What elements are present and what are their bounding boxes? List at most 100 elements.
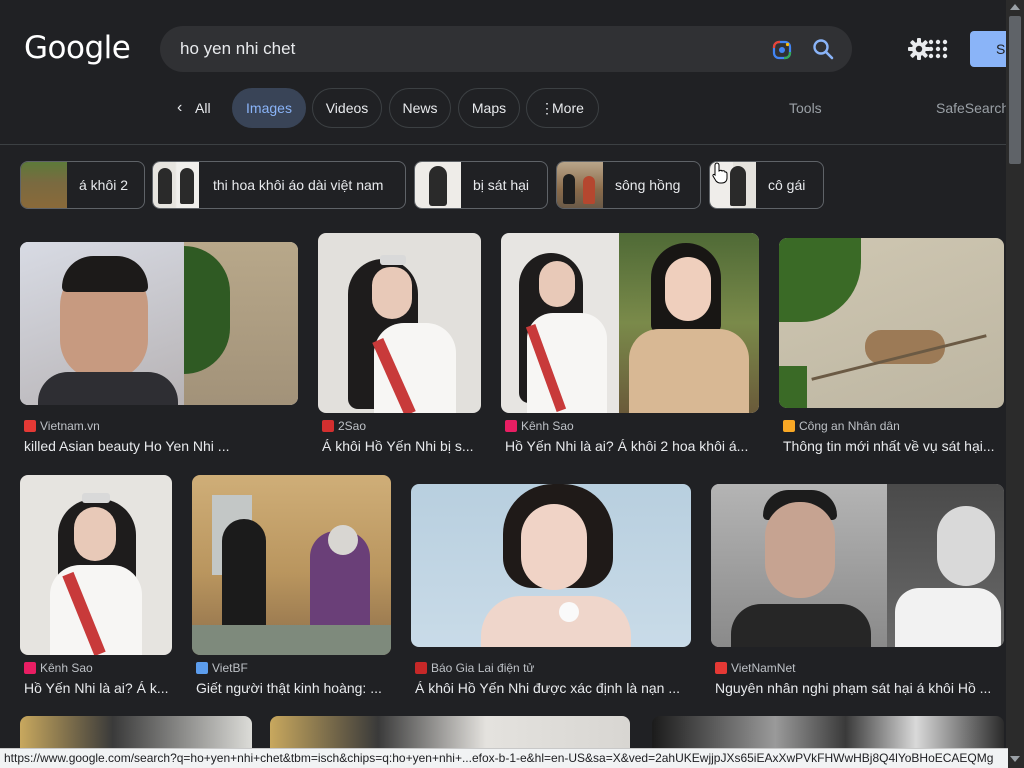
result-image[interactable] [192, 475, 391, 655]
photo-shirt [38, 372, 178, 405]
chip-thumbnail [415, 162, 461, 208]
chip-label: sông hồng [615, 177, 681, 193]
favicon-icon [24, 662, 36, 674]
scrollbar[interactable] [1006, 0, 1024, 768]
tab-more-label: More [552, 100, 584, 116]
result-image[interactable] [20, 475, 172, 655]
favicon-icon [322, 420, 334, 432]
tab-all[interactable]: ‹ All [168, 88, 224, 128]
search-input[interactable]: ho yen nhi chet [180, 39, 295, 59]
tab-maps[interactable]: Maps [458, 88, 520, 128]
result-title[interactable]: Hồ Yến Nhi là ai? Á khôi 2 hoa khôi á... [505, 438, 759, 454]
result-source[interactable]: Công an Nhân dân [783, 419, 900, 433]
result-source[interactable]: 2Sao [322, 419, 366, 433]
favicon-icon [196, 662, 208, 674]
favicon-icon [783, 420, 795, 432]
photo-face [372, 267, 412, 319]
favicon-icon [715, 662, 727, 674]
photo-leaf [779, 238, 861, 322]
source-label: VietBF [212, 661, 248, 675]
photo-face [539, 261, 575, 307]
favicon-icon [415, 662, 427, 674]
result-image[interactable] [779, 238, 1004, 408]
chip-label: thi hoa khôi áo dài việt nam [213, 177, 384, 193]
source-label: Báo Gia Lai điện tử [431, 661, 535, 675]
photo-face [937, 506, 995, 586]
result-source[interactable]: VietNamNet [715, 661, 795, 675]
result-title[interactable]: Giết người thật kinh hoàng: ... [196, 680, 391, 696]
thumb-figure [583, 176, 595, 204]
chip-bi-sat-hai[interactable]: bị sát hại [414, 161, 548, 209]
result-image-partial[interactable] [270, 716, 630, 748]
result-image[interactable] [501, 233, 759, 413]
source-label: VietNamNet [731, 661, 796, 675]
result-image-partial[interactable] [20, 716, 252, 748]
tab-videos[interactable]: Videos [312, 88, 382, 128]
result-image[interactable] [20, 242, 298, 405]
photo-choker [559, 602, 579, 622]
result-title[interactable]: Hồ Yến Nhi là ai? Á k... [24, 680, 172, 696]
safesearch-button[interactable]: SafeSearch [936, 100, 1009, 116]
chip-label: á khôi 2 [79, 177, 129, 193]
divider [0, 144, 1006, 145]
photo-face [521, 504, 587, 590]
result-title[interactable]: Á khôi Hồ Yến Nhi bị s... [322, 438, 481, 454]
chip-thi-hoa-khoi[interactable]: thi hoa khôi áo dài việt nam [152, 161, 406, 209]
scroll-down-arrow-icon[interactable] [1010, 756, 1020, 762]
result-source[interactable]: Vietnam.vn [24, 419, 100, 433]
result-source[interactable]: Kênh Sao [24, 661, 93, 675]
search-icon[interactable] [810, 36, 836, 62]
photo-face [765, 502, 835, 598]
thumb-figure [730, 166, 746, 206]
result-title[interactable]: killed Asian beauty Ho Yen Nhi ... [24, 438, 298, 454]
tab-more[interactable]: ⋮ More [526, 88, 599, 128]
scrollbar-thumb[interactable] [1009, 16, 1021, 164]
search-box[interactable]: ho yen nhi chet [160, 26, 852, 72]
photo-hair [328, 525, 358, 555]
photo-leaf [779, 366, 807, 408]
tab-all-label: All [195, 100, 211, 116]
result-title[interactable]: Thông tin mới nhất về vụ sát hại... [783, 438, 1004, 454]
result-image[interactable] [711, 484, 1004, 647]
result-image-partial[interactable] [652, 716, 1004, 748]
chip-label: bị sát hại [473, 177, 530, 193]
source-label: Công an Nhân dân [799, 419, 900, 433]
favicon-icon [505, 420, 517, 432]
result-source[interactable]: Báo Gia Lai điện tử [415, 661, 534, 675]
photo-shirt [731, 604, 871, 647]
photo-hair [62, 256, 148, 292]
result-image[interactable] [411, 484, 691, 647]
tab-images[interactable]: Images [232, 88, 306, 128]
thumb-figure [158, 168, 172, 204]
result-image[interactable] [318, 233, 481, 413]
google-lens-icon[interactable] [770, 38, 794, 62]
chip-thumbnail [557, 162, 603, 208]
thumb-figure [429, 166, 447, 206]
scroll-up-arrow-icon[interactable] [1010, 4, 1020, 10]
google-logo[interactable]: Google [24, 30, 131, 66]
photo-person [222, 519, 266, 639]
apps-grid-icon[interactable] [928, 39, 948, 59]
photo-floor [192, 625, 391, 655]
result-source[interactable]: VietBF [196, 661, 248, 675]
chevron-left-icon: ‹ [177, 99, 183, 116]
tools-button[interactable]: Tools [789, 100, 822, 116]
source-label: Vietnam.vn [40, 419, 100, 433]
tab-news[interactable]: News [389, 88, 451, 128]
chip-song-hong[interactable]: sông hồng [556, 161, 701, 209]
chip-label: cô gái [768, 177, 806, 193]
chip-thumbnail [21, 162, 67, 208]
photo-crown [380, 255, 406, 265]
result-title[interactable]: Nguyên nhân nghi phạm sát hại á khôi Hồ … [715, 680, 1004, 696]
result-title[interactable]: Á khôi Hồ Yến Nhi được xác định là nạn .… [415, 680, 691, 696]
chip-a-khoi-2[interactable]: á khôi 2 [20, 161, 145, 209]
source-label: Kênh Sao [40, 661, 93, 675]
favicon-icon [24, 420, 36, 432]
photo-shoulders [481, 596, 631, 647]
result-source[interactable]: Kênh Sao [505, 419, 574, 433]
status-bar-url: https://www.google.com/search?q=ho+yen+n… [0, 748, 1008, 768]
hand-pointer-cursor [712, 162, 728, 184]
thumb-figure [563, 174, 575, 204]
chip-thumbnail [153, 162, 199, 208]
photo-face [74, 507, 116, 561]
